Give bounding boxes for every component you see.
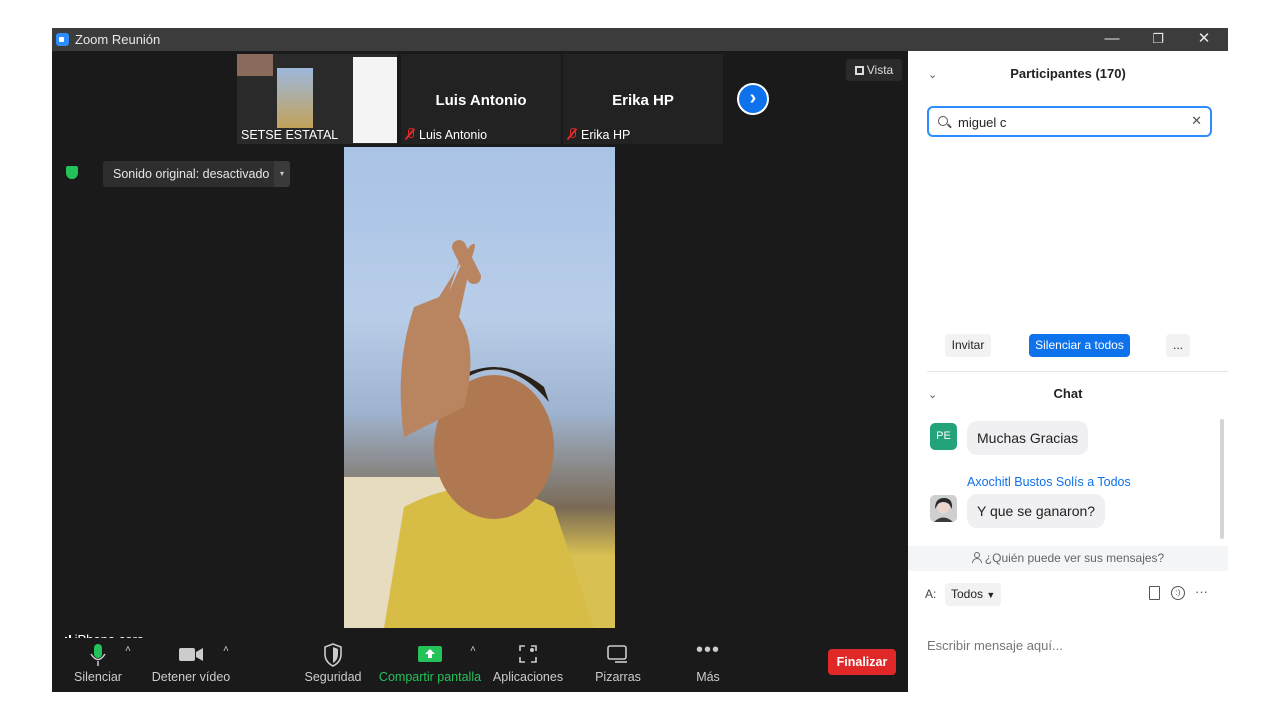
person-lock-icon [971, 552, 982, 563]
participant-name: Luis Antonio [419, 128, 488, 142]
share-screen-button[interactable]: Compartir pantalla [378, 638, 482, 692]
apps-label: Aplicaciones [492, 670, 564, 684]
microphone-icon [90, 643, 106, 670]
recipient-value: Todos [951, 587, 984, 601]
participant-tile-luis[interactable]: Luis Antonio Luis Antonio [401, 54, 561, 144]
participant-tile-setse[interactable]: SETSE ESTATAL [237, 54, 397, 144]
mute-all-button[interactable]: Silenciar a todos [1029, 334, 1130, 357]
mic-muted-icon [405, 128, 415, 140]
participant-name: SETSE ESTATAL [241, 128, 339, 142]
who-can-see-messages[interactable]: ¿Quién puede ver sus mensajes? [908, 546, 1228, 571]
thumbnail-image [237, 54, 273, 76]
security-label: Seguridad [304, 670, 362, 684]
end-meeting-button[interactable]: Finalizar [828, 649, 896, 675]
video-options-caret-icon[interactable]: ˄ [223, 644, 229, 655]
apps-button[interactable]: Aplicaciones [492, 638, 564, 692]
whiteboards-button[interactable]: Pizarras [590, 638, 646, 692]
participant-search-input[interactable] [956, 113, 1186, 131]
participant-name: Erika HP [581, 128, 631, 142]
thumbnail-document [353, 57, 397, 143]
video-camera-icon [178, 643, 204, 668]
side-panel: ⌄ Participantes (170) ✕ Invitar Silencia… [908, 51, 1228, 692]
chat-message-input[interactable] [925, 635, 1205, 655]
emoji-icon[interactable]: :) [1171, 586, 1185, 600]
participant-display-name: Luis Antonio [435, 92, 527, 109]
recipient-dropdown[interactable]: Todos ▼ [945, 583, 1002, 606]
chat-sender: Axochitl Bustos Solís a Todos [967, 475, 1131, 489]
recipient-row: A: Todos ▼ :) ··· [925, 583, 1225, 607]
chat-message: Muchas Gracias [967, 421, 1089, 455]
chat-title: Chat [1053, 386, 1083, 401]
file-icon[interactable] [1149, 586, 1160, 600]
recipient-label: A: [925, 587, 937, 601]
mute-label: Silenciar [74, 670, 122, 684]
chat-scrollbar[interactable] [1220, 419, 1224, 539]
participants-title: Participantes (170) [1010, 66, 1126, 81]
stop-video-button[interactable]: Detener vídeo [150, 638, 232, 692]
more-dots-icon: ••• [695, 639, 721, 661]
invite-button[interactable]: Invitar [945, 334, 991, 357]
participant-strip: SETSE ESTATAL Luis Antonio Luis Antonio … [52, 51, 908, 147]
search-icon-handle [947, 123, 952, 129]
meeting-area: SETSE ESTATAL Luis Antonio Luis Antonio … [52, 51, 908, 692]
participant-display-name: Erika HP [612, 92, 674, 109]
grid-icon [854, 66, 864, 75]
whiteboard-icon [606, 643, 630, 668]
shield-icon [323, 643, 343, 670]
clear-search-icon[interactable]: ✕ [1191, 113, 1202, 129]
minimize-button[interactable]: — [1089, 28, 1135, 51]
next-page-arrow-icon[interactable]: › [737, 83, 769, 115]
more-button[interactable]: ••• Más [684, 638, 732, 692]
mic-muted-icon [567, 128, 577, 140]
apps-icon [517, 643, 539, 668]
view-button[interactable]: Vista [846, 59, 902, 81]
security-shield-icon [66, 166, 78, 179]
zoom-window: Zoom Reunión — ❐ ✕ SETSE ESTATAL Luis An… [52, 28, 1228, 692]
share-screen-label: Compartir pantalla [378, 670, 482, 684]
zoom-logo-icon [56, 33, 69, 46]
share-options-caret-icon[interactable]: ˄ [470, 644, 476, 655]
meeting-toolbar: Silenciar ˄ Detener vídeo ˄ Seguridad Co… [52, 638, 908, 692]
participant-search-box[interactable]: ✕ [927, 106, 1212, 137]
thumbnail-image [277, 68, 313, 128]
close-button[interactable]: ✕ [1181, 28, 1227, 51]
share-screen-icon [417, 643, 443, 668]
speaker-video-frame [344, 240, 594, 628]
divider [927, 371, 1228, 372]
chat-message: Y que se ganaron? [967, 494, 1106, 528]
security-button[interactable]: Seguridad [302, 638, 364, 692]
restore-button[interactable]: ❐ [1135, 28, 1181, 51]
participants-more-button[interactable]: ... [1166, 334, 1190, 357]
whiteboards-label: Pizarras [595, 670, 641, 684]
more-label: Más [696, 670, 720, 684]
stop-video-label: Detener vídeo [151, 670, 231, 684]
original-sound-button[interactable]: Sonido original: desactivado [103, 161, 280, 187]
active-speaker-video [344, 147, 615, 628]
participant-tile-erika[interactable]: Erika HP Erika HP [563, 54, 723, 144]
original-sound-dropdown-icon[interactable]: ▾ [274, 161, 290, 187]
view-label: Vista [866, 63, 894, 77]
avatar: PE [930, 423, 957, 450]
mute-button[interactable]: Silenciar [68, 638, 128, 692]
title-bar: Zoom Reunión — ❐ ✕ [52, 28, 1228, 51]
audio-options-caret-icon[interactable]: ˄ [125, 644, 131, 655]
window-title: Zoom Reunión [75, 32, 161, 47]
avatar [930, 495, 957, 522]
chat-more-icon[interactable]: ··· [1195, 584, 1208, 599]
who-can-see-label: ¿Quién puede ver sus mensajes? [984, 551, 1165, 565]
chevron-down-icon: ▼ [986, 590, 996, 600]
